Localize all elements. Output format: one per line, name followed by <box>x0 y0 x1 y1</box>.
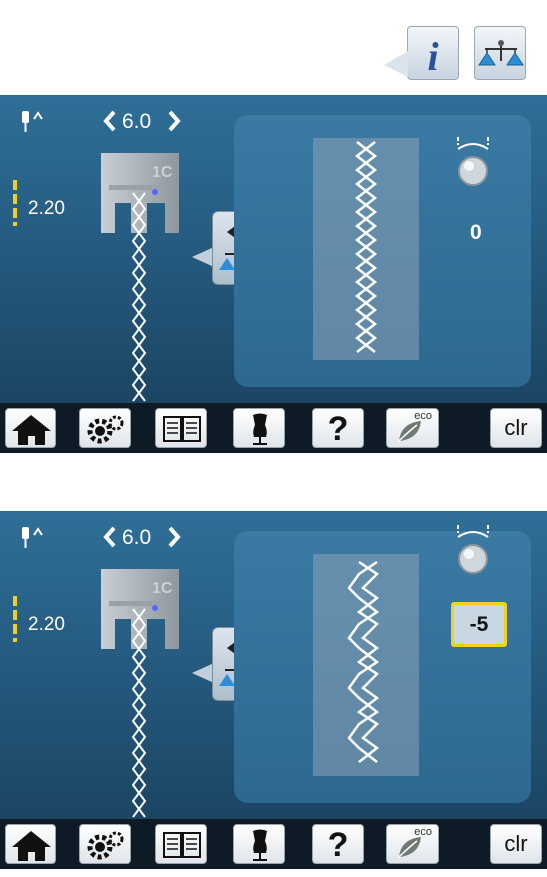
clear-button[interactable]: clr <box>490 408 542 448</box>
settings-button[interactable] <box>79 408 131 448</box>
gear-icon <box>87 415 124 444</box>
help-button[interactable]: ? <box>312 824 364 864</box>
eco-button[interactable]: eco <box>386 824 439 864</box>
width-increase-icon[interactable] <box>166 109 182 133</box>
stitch-length-value: 2.20 <box>28 198 65 219</box>
dress-form-icon <box>253 829 267 861</box>
balance-icon <box>478 40 524 66</box>
dress-form-icon <box>253 413 267 445</box>
eco-button[interactable]: eco <box>386 408 439 448</box>
stitch-length-value: 2.20 <box>28 614 65 635</box>
presser-foot-icon <box>101 569 179 818</box>
help-button[interactable]: ? <box>312 408 364 448</box>
eco-label: eco <box>414 826 432 838</box>
clear-button[interactable]: clr <box>490 824 542 864</box>
stitch-width-value: 6.0 <box>122 110 152 133</box>
presser-foot-label: 1C <box>152 164 173 181</box>
width-increase-icon[interactable] <box>166 525 182 549</box>
bottom-toolbar: ? eco clr <box>0 403 547 453</box>
sewing-screen-adjusted: 6.0 2.20 1C -5 ? eco clr <box>0 511 547 869</box>
balance-knob-icon[interactable] <box>450 133 496 189</box>
help-icon: ? <box>327 826 349 864</box>
creative-consultant-button[interactable] <box>233 824 285 864</box>
bottom-toolbar: ? eco clr <box>0 819 547 869</box>
creative-consultant-button[interactable] <box>233 408 285 448</box>
book-icon <box>163 832 201 858</box>
tutorial-button[interactable] <box>155 824 207 864</box>
needle-position-icon[interactable] <box>20 109 60 133</box>
stitch-length-icon[interactable] <box>12 596 18 642</box>
info-button[interactable]: i <box>384 26 459 80</box>
clear-label: clr <box>504 831 528 856</box>
home-icon <box>12 415 51 445</box>
stitch-preview-icon <box>313 138 419 360</box>
presser-foot-label: 1C <box>152 580 173 597</box>
gear-icon <box>87 831 124 860</box>
home-icon <box>12 831 51 861</box>
needle-position-icon[interactable] <box>20 525 60 549</box>
info-icon: i <box>427 34 439 79</box>
width-decrease-icon[interactable] <box>102 525 118 549</box>
clear-label: clr <box>504 415 528 440</box>
info-callout-pointer <box>384 51 408 77</box>
balance-callout-pointer <box>192 663 214 683</box>
home-button[interactable] <box>5 408 56 448</box>
eco-label: eco <box>414 410 432 422</box>
balance-callout-pointer <box>192 247 214 267</box>
stitch-length-icon[interactable] <box>12 180 18 226</box>
presser-foot-icon <box>101 153 179 402</box>
book-icon <box>163 416 201 442</box>
settings-button[interactable] <box>79 824 131 864</box>
stitch-width-value: 6.0 <box>122 526 152 549</box>
home-button[interactable] <box>5 824 56 864</box>
balance-button[interactable] <box>474 26 526 80</box>
balance-value: 0 <box>470 221 482 244</box>
width-decrease-icon[interactable] <box>102 109 118 133</box>
balance-value-field[interactable]: -5 <box>451 602 507 647</box>
tutorial-button[interactable] <box>155 408 207 448</box>
balance-knob-icon[interactable] <box>450 521 496 577</box>
sewing-screen-original: 6.0 2.20 1C 0 ? eco clr <box>0 95 547 453</box>
stitch-preview-icon <box>313 554 419 776</box>
help-icon: ? <box>327 410 349 448</box>
